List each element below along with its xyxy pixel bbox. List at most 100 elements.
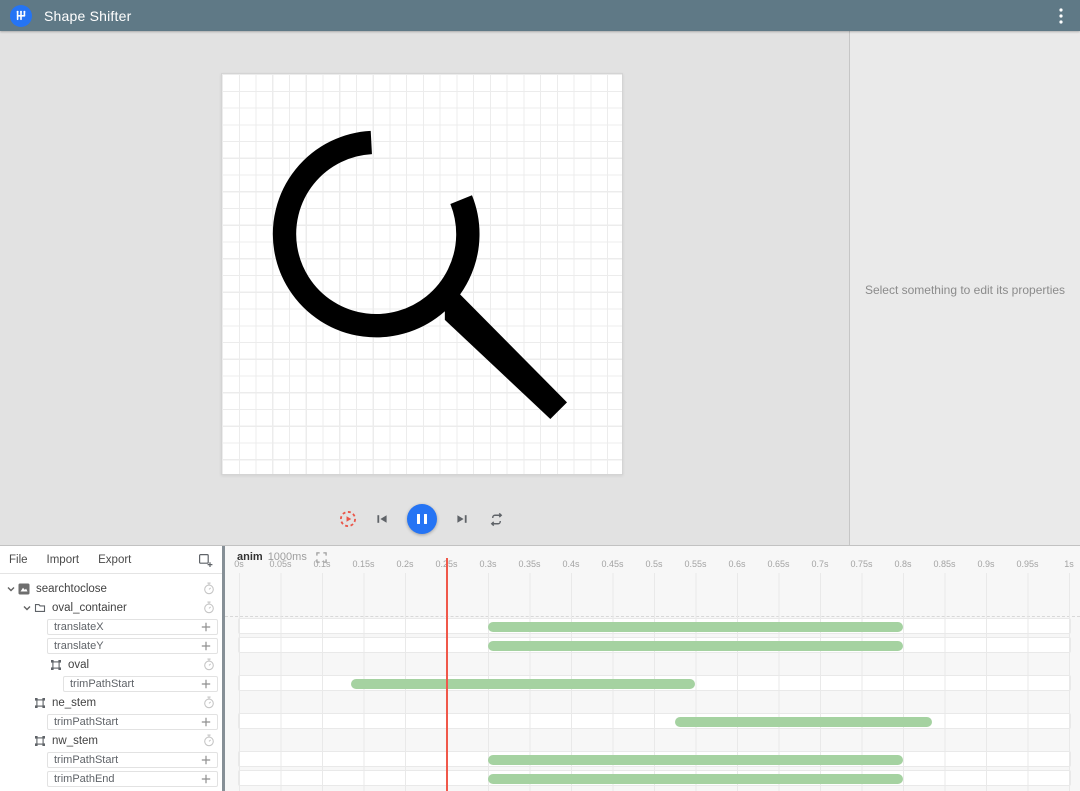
timeline-row-translateX[interactable] <box>225 617 1080 636</box>
add-layer-button[interactable] <box>198 553 213 571</box>
pause-icon <box>417 514 420 524</box>
timeline-row-oval[interactable] <box>225 655 1080 674</box>
timeline-playhead[interactable] <box>445 558 448 791</box>
ruler-tick-label: 0.75s <box>850 559 873 569</box>
timeline-row-searchtoclose[interactable] <box>225 579 1080 598</box>
shape-shifter-logo-icon <box>10 4 32 27</box>
property-box-translateY[interactable]: translateY <box>47 637 218 654</box>
expand-caret-icon[interactable] <box>20 603 34 613</box>
timeline-row-nw_stem[interactable] <box>225 731 1080 750</box>
layer-row-searchtoclose[interactable]: searchtoclose <box>0 579 222 598</box>
properties-panel: Select something to edit its properties <box>849 31 1080 545</box>
timeline-ruler[interactable]: 0s0.05s0.1s0.15s0.2s0.25s0.3s0.35s0.4s0.… <box>225 559 1080 573</box>
timeline-row-trimPathStart[interactable] <box>225 674 1080 693</box>
overflow-menu-button[interactable] <box>1052 7 1070 25</box>
property-box-trimPathStart[interactable]: trimPathStart <box>47 751 218 768</box>
timeline-track[interactable] <box>238 713 1071 729</box>
path-icon <box>34 735 46 747</box>
skip-next-icon <box>454 511 470 527</box>
ruler-tick-label: 0.95s <box>1016 559 1039 569</box>
layer-label: oval_container <box>52 601 127 614</box>
layer-row-nw_stem[interactable]: nw_stem <box>0 731 222 750</box>
ruler-tick-label: 0s <box>234 559 244 569</box>
animation-canvas[interactable] <box>221 73 623 475</box>
layer-label: ne_stem <box>52 696 97 709</box>
add-block-button[interactable] <box>201 679 211 689</box>
add-block-button[interactable] <box>201 717 211 727</box>
timeline-row-trimPathStart[interactable] <box>225 712 1080 731</box>
animator-timer-icon[interactable] <box>203 696 215 709</box>
ruler-tick-label: 0.45s <box>601 559 624 569</box>
layer-list-panel: File Import Export searchtoclose oval_con… <box>0 546 222 791</box>
property-label: translateX <box>54 620 104 633</box>
property-label: trimPathEnd <box>54 772 115 785</box>
layer-row-ne_stem[interactable]: ne_stem <box>0 693 222 712</box>
property-label: trimPathStart <box>70 677 135 690</box>
property-row-trimPathEnd[interactable]: trimPathEnd <box>0 769 222 788</box>
timeline-row-ne_stem[interactable] <box>225 693 1080 712</box>
timeline-row-trimPathEnd[interactable] <box>225 769 1080 788</box>
vector-layer-icon <box>18 583 30 595</box>
skip-previous-button[interactable] <box>373 510 391 528</box>
timeline-rows <box>225 579 1080 788</box>
animation-block-trimPathEnd[interactable] <box>488 773 903 784</box>
animation-block-translateX[interactable] <box>488 621 903 632</box>
menu-file[interactable]: File <box>9 554 28 566</box>
layer-label: oval <box>68 658 90 671</box>
timeline-row-oval_container[interactable] <box>225 598 1080 617</box>
menu-import[interactable]: Import <box>47 554 80 566</box>
animator-timer-icon[interactable] <box>203 658 215 671</box>
slow-motion-icon <box>339 510 357 528</box>
property-row-trimPathStart[interactable]: trimPathStart <box>0 750 222 769</box>
repeat-button[interactable] <box>487 510 505 528</box>
add-block-button[interactable] <box>201 755 211 765</box>
path-icon <box>34 697 46 709</box>
main-area: Select something to edit its properties <box>0 31 1080 545</box>
slow-motion-button[interactable] <box>339 510 357 528</box>
skip-previous-icon <box>374 511 390 527</box>
property-row-trimPathStart[interactable]: trimPathStart <box>0 712 222 731</box>
ruler-tick-label: 0.35s <box>518 559 541 569</box>
ruler-tick-label: 1s <box>1064 559 1074 569</box>
file-menu-bar: File Import Export <box>0 546 222 574</box>
menu-export[interactable]: Export <box>98 554 131 566</box>
property-label: translateY <box>54 639 104 652</box>
top-app-bar: Shape Shifter <box>0 0 1080 31</box>
property-row-translateX[interactable]: translateX <box>0 617 222 636</box>
ruler-tick-label: 0.85s <box>933 559 956 569</box>
layer-row-oval[interactable]: oval <box>0 655 222 674</box>
layer-row-oval_container[interactable]: oval_container <box>0 598 222 617</box>
expand-caret-icon[interactable] <box>4 584 18 594</box>
animator-timer-icon[interactable] <box>203 582 215 595</box>
play-pause-button[interactable] <box>407 504 437 534</box>
animator-timer-icon[interactable] <box>203 734 215 747</box>
property-box-trimPathStart[interactable]: trimPathStart <box>63 675 218 692</box>
add-block-button[interactable] <box>201 774 211 784</box>
animator-timer-icon[interactable] <box>203 601 215 614</box>
ruler-tick-label: 0.15s <box>352 559 375 569</box>
add-block-button[interactable] <box>201 641 211 651</box>
ruler-tick-label: 0.55s <box>684 559 707 569</box>
ruler-tick-label: 0.05s <box>269 559 292 569</box>
timeline-row-trimPathStart[interactable] <box>225 750 1080 769</box>
ruler-tick-label: 0.5s <box>645 559 663 569</box>
property-row-translateY[interactable]: translateY <box>0 636 222 655</box>
app-root: Shape Shifter Select something to edit i… <box>0 0 1080 791</box>
ruler-tick-label: 0.2s <box>396 559 414 569</box>
bottom-panel: File Import Export searchtoclose oval_con… <box>0 545 1080 791</box>
property-box-trimPathEnd[interactable]: trimPathEnd <box>47 770 218 787</box>
timeline-panel: anim 1000ms 0s0.05s0.1s0.15s0.2s0.25s0.3… <box>225 546 1080 791</box>
property-box-translateX[interactable]: translateX <box>47 618 218 635</box>
property-label: trimPathStart <box>54 753 119 766</box>
property-box-trimPathStart[interactable]: trimPathStart <box>47 713 218 730</box>
skip-next-button[interactable] <box>453 510 471 528</box>
animation-block-trimPathStart[interactable] <box>674 716 933 727</box>
add-block-button[interactable] <box>201 622 211 632</box>
timeline-row-translateY[interactable] <box>225 636 1080 655</box>
animation-block-trimPathStart[interactable] <box>351 678 696 689</box>
property-row-trimPathStart[interactable]: trimPathStart <box>0 674 222 693</box>
animation-block-translateY[interactable] <box>488 640 903 651</box>
group-folder-icon <box>34 602 46 614</box>
animation-block-trimPathStart[interactable] <box>488 754 903 765</box>
playback-controls <box>221 503 623 535</box>
